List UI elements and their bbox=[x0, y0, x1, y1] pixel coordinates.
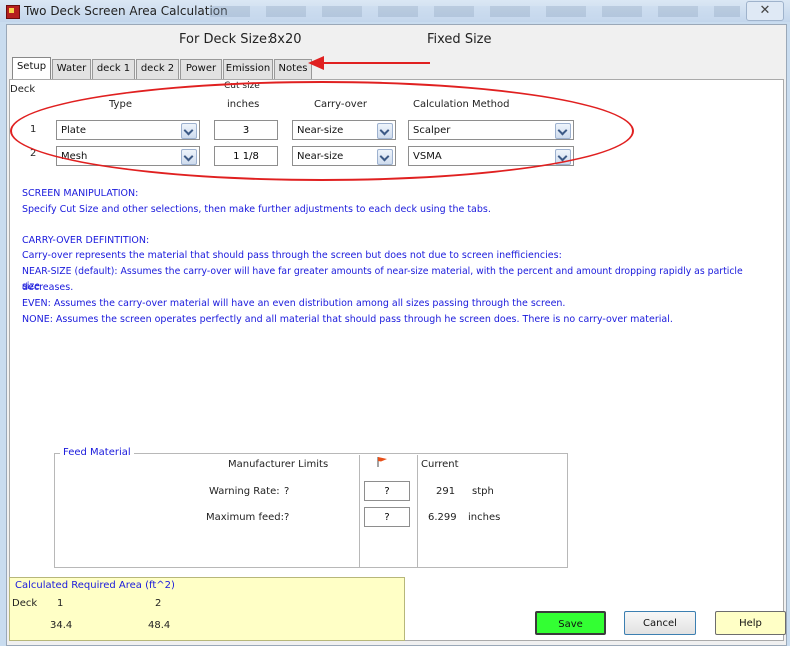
annotation-oval bbox=[10, 81, 634, 181]
max-feed-unit: inches bbox=[468, 512, 501, 523]
app-window: Two Deck Screen Area Calculation ✕ For D… bbox=[0, 0, 790, 646]
area-deck-1-value: 34.4 bbox=[50, 620, 73, 631]
annotation-arrow-line bbox=[322, 62, 430, 64]
screen-manipulation-title: SCREEN MANIPULATION: bbox=[22, 188, 139, 199]
tab-power[interactable]: Power bbox=[180, 59, 222, 79]
max-feed-label: Maximum feed: bbox=[206, 512, 284, 523]
save-button[interactable]: Save bbox=[535, 611, 606, 635]
none-text: NONE: Assumes the screen operates perfec… bbox=[22, 314, 673, 325]
deck-size-label: For Deck Size: bbox=[179, 32, 272, 47]
size-mode: Fixed Size bbox=[427, 32, 492, 47]
tab-notes[interactable]: Notes bbox=[274, 59, 312, 79]
close-button[interactable]: ✕ bbox=[746, 1, 784, 21]
area-deck-1-header: 1 bbox=[57, 598, 64, 609]
warning-rate-label: Warning Rate: bbox=[209, 486, 280, 497]
annotation-arrow-icon bbox=[308, 56, 324, 70]
max-feed-limit: ? bbox=[284, 512, 290, 523]
tab-deck-2[interactable]: deck 2 bbox=[136, 59, 179, 79]
calculated-area-title: Calculated Required Area (ft^2) bbox=[15, 580, 175, 591]
max-feed-input[interactable]: ? bbox=[364, 507, 410, 527]
carry-over-title: CARRY-OVER DEFINTITION: bbox=[22, 235, 150, 246]
deck-size-value: 8x20 bbox=[269, 32, 302, 47]
tab-water[interactable]: Water bbox=[52, 59, 91, 79]
feed-material-group bbox=[54, 453, 568, 568]
warning-rate-input[interactable]: ? bbox=[364, 481, 410, 501]
title-bar: Two Deck Screen Area Calculation ✕ bbox=[0, 0, 790, 22]
tab-setup[interactable]: Setup bbox=[12, 57, 51, 80]
warning-rate-unit: stph bbox=[472, 486, 494, 497]
screen-manipulation-text: Specify Cut Size and other selections, t… bbox=[22, 204, 491, 215]
tab-emission[interactable]: Emission bbox=[223, 59, 273, 79]
column-divider bbox=[359, 455, 360, 567]
feed-material-title: Feed Material bbox=[60, 447, 134, 458]
manufacturer-limits-header: Manufacturer Limits bbox=[228, 459, 329, 470]
area-deck-label: Deck bbox=[12, 598, 38, 609]
carry-over-text: Carry-over represents the material that … bbox=[22, 250, 562, 261]
window-title: Two Deck Screen Area Calculation bbox=[24, 4, 228, 18]
blurred-background-taskbar bbox=[210, 6, 740, 17]
area-deck-2-header: 2 bbox=[155, 598, 162, 609]
help-button[interactable]: Help bbox=[715, 611, 786, 635]
flag-icon bbox=[377, 457, 387, 467]
tab-deck-1[interactable]: deck 1 bbox=[92, 59, 135, 79]
near-size-continued: decreases. bbox=[22, 282, 74, 293]
column-divider bbox=[417, 455, 418, 567]
area-deck-2-value: 48.4 bbox=[148, 620, 171, 631]
current-header: Current bbox=[421, 459, 459, 470]
warning-rate-limit: ? bbox=[284, 486, 290, 497]
even-text: EVEN: Assumes the carry-over material wi… bbox=[22, 298, 566, 309]
deck-size-header: For Deck Size: 8x20 Fixed Size bbox=[7, 27, 786, 51]
warning-rate-current: 291 bbox=[436, 486, 456, 497]
deck-column-label: Deck bbox=[10, 84, 36, 95]
app-icon bbox=[6, 5, 20, 19]
max-feed-current: 6.299 bbox=[428, 512, 457, 523]
cancel-button[interactable]: Cancel bbox=[624, 611, 696, 635]
